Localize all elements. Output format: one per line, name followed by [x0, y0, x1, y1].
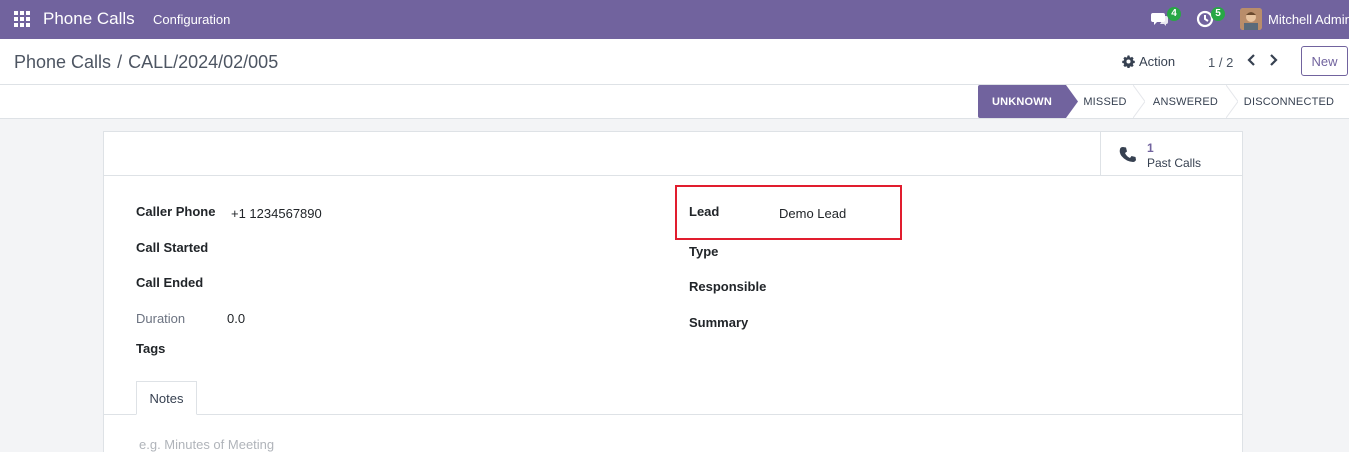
user-avatar[interactable] [1240, 8, 1262, 30]
button-box: 1 Past Calls [104, 132, 1242, 176]
stage-disconnected[interactable]: DISCONNECTED [1236, 85, 1342, 118]
breadcrumb-root[interactable]: Phone Calls [14, 52, 111, 72]
user-name[interactable]: Mitchell Admin [1268, 12, 1349, 27]
caller-phone-label: Caller Phone [136, 204, 216, 219]
app-title[interactable]: Phone Calls [43, 9, 135, 29]
call-started-label: Call Started [136, 240, 209, 255]
notes-field[interactable]: e.g. Minutes of Meeting [139, 437, 274, 452]
responsible-label: Responsible [689, 279, 767, 294]
tags-label: Tags [136, 341, 166, 356]
activities-badge: 5 [1211, 7, 1225, 21]
chevron-left-icon[interactable] [1245, 53, 1259, 67]
messages-badge: 4 [1167, 7, 1181, 21]
lead-highlight-box [675, 185, 902, 240]
control-panel: Phone Calls / CALL/2024/02/005 Action 1 / … [0, 39, 1349, 85]
notebook-divider [104, 414, 1242, 415]
breadcrumb-current: CALL/2024/02/005 [128, 52, 279, 72]
stage-unknown[interactable]: UNKNOWN [978, 85, 1066, 118]
caller-phone-value[interactable]: +1 1234567890 [231, 206, 322, 221]
apps-menu-icon[interactable] [14, 11, 30, 27]
top-navbar: Phone Calls Configuration 4 5 Mitchell A… [0, 0, 1349, 39]
gear-icon [1122, 55, 1135, 68]
stage-missed[interactable]: MISSED [1076, 85, 1134, 118]
duration-label: Duration [136, 311, 186, 326]
menu-configuration[interactable]: Configuration [153, 12, 230, 27]
form-sheet: 1 Past Calls Caller Phone +1 1234567890 … [103, 131, 1243, 452]
past-calls-label: Past Calls [1147, 156, 1202, 170]
pager-value[interactable]: 1 / 2 [1208, 55, 1233, 70]
past-calls-button[interactable]: 1 Past Calls [1100, 132, 1242, 176]
type-label: Type [689, 244, 719, 259]
summary-label: Summary [689, 315, 749, 330]
breadcrumb-separator: / [117, 52, 123, 72]
chevron-right-icon[interactable] [1266, 53, 1280, 67]
action-button[interactable]: Action [1122, 54, 1175, 69]
new-button[interactable]: New [1301, 46, 1348, 76]
breadcrumb: Phone Calls / CALL/2024/02/005 [14, 52, 278, 73]
action-label: Action [1139, 54, 1176, 69]
call-ended-label: Call Ended [136, 275, 204, 290]
statusbar: UNKNOWN MISSED ANSWERED DISCONNECTED [0, 85, 1349, 119]
tab-notes[interactable]: Notes [136, 381, 197, 415]
stage-answered[interactable]: ANSWERED [1144, 85, 1227, 118]
phone-icon [1119, 147, 1136, 162]
duration-value: 0.0 [227, 311, 246, 326]
past-calls-count: 1 [1147, 141, 1154, 155]
